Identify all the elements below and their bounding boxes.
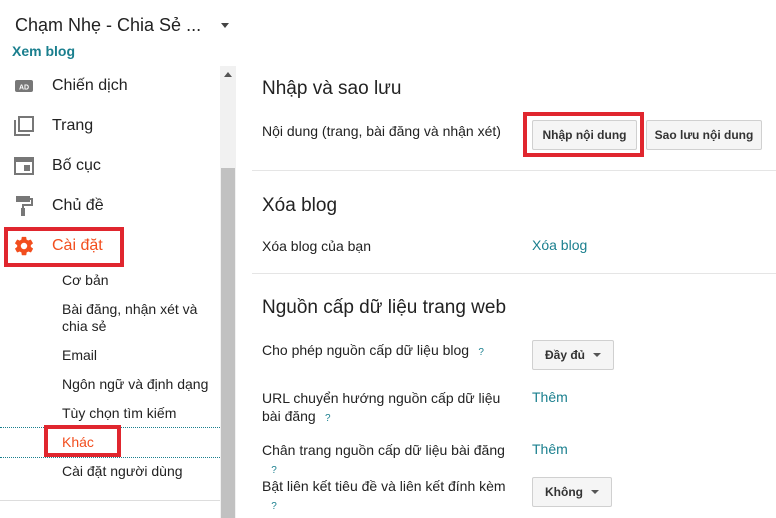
scroll-up-icon[interactable] bbox=[224, 72, 232, 77]
sidebar-item-theme[interactable]: Chủ đề bbox=[0, 186, 220, 226]
divider bbox=[252, 170, 776, 171]
pages-icon bbox=[13, 115, 35, 137]
backup-content-button[interactable]: Sao lưu nội dung bbox=[646, 120, 762, 150]
settings-sub-user[interactable]: Cài đặt người dùng bbox=[62, 463, 212, 480]
sidebar-item-pages[interactable]: Trang bbox=[0, 106, 220, 146]
divider bbox=[0, 500, 220, 501]
settings-sub-search[interactable]: Tùy chọn tìm kiếm bbox=[62, 405, 212, 422]
sidebar-item-layout[interactable]: Bố cục bbox=[0, 146, 220, 186]
ads-icon: AD bbox=[13, 75, 35, 97]
section-title-delete: Xóa blog bbox=[262, 195, 338, 216]
paint-roller-icon bbox=[13, 195, 35, 217]
sidebar-scrollbar[interactable] bbox=[220, 66, 236, 518]
settings-sub-basic[interactable]: Cơ bản bbox=[62, 272, 212, 289]
settings-sub-posts-comments[interactable]: Bài đăng, nhận xét và chia sẻ bbox=[62, 301, 212, 335]
dropdown-value: Không bbox=[545, 485, 583, 499]
feed-row-text: Cho phép nguồn cấp dữ liệu blog bbox=[262, 342, 470, 358]
scrollbar-thumb[interactable] bbox=[221, 168, 235, 518]
settings-sub-language[interactable]: Ngôn ngữ và định dạng bbox=[62, 376, 212, 393]
chevron-down-icon bbox=[593, 353, 601, 357]
content-row-label: Nội dung (trang, bài đăng và nhận xét) bbox=[262, 123, 501, 139]
feed-footer-add-link[interactable]: Thêm bbox=[532, 441, 568, 457]
dropdown-value: Đầy đủ bbox=[544, 348, 585, 362]
feed-row-text: Bật liên kết tiêu đề và liên kết đính kè… bbox=[262, 478, 506, 494]
svg-text:AD: AD bbox=[19, 85, 29, 92]
feed-row-label: Bật liên kết tiêu đề và liên kết đính kè… bbox=[262, 477, 517, 513]
sidebar-item-label: Bố cục bbox=[52, 157, 101, 174]
view-blog-link[interactable]: Xem blog bbox=[12, 43, 75, 59]
chevron-down-icon bbox=[221, 22, 230, 28]
divider bbox=[252, 273, 776, 274]
help-icon[interactable]: ? bbox=[322, 413, 334, 425]
delete-blog-link[interactable]: Xóa blog bbox=[532, 237, 587, 253]
settings-sub-email[interactable]: Email bbox=[62, 347, 212, 364]
feed-row-label: Cho phép nguồn cấp dữ liệu blog? bbox=[262, 341, 517, 359]
delete-row-label: Xóa blog của bạn bbox=[262, 238, 371, 254]
title-links-dropdown[interactable]: Không bbox=[532, 477, 612, 507]
section-title-import: Nhập và sao lưu bbox=[262, 78, 402, 99]
feed-row-label: Chân trang nguồn cấp dữ liệu bài đăng? bbox=[262, 441, 517, 477]
settings-main: Nhập và sao lưu Nội dung (trang, bài đăn… bbox=[237, 66, 776, 518]
sidebar-item-label: Chủ đề bbox=[52, 197, 104, 214]
highlight-other bbox=[44, 425, 121, 457]
feed-redirect-add-link[interactable]: Thêm bbox=[532, 389, 568, 405]
help-icon[interactable]: ? bbox=[268, 501, 280, 513]
help-icon[interactable]: ? bbox=[268, 465, 280, 477]
divider bbox=[0, 457, 220, 458]
sidebar-item-campaigns[interactable]: AD Chiến dịch bbox=[0, 66, 220, 106]
layout-icon bbox=[13, 155, 35, 177]
section-title-feed: Nguồn cấp dữ liệu trang web bbox=[262, 297, 507, 318]
feed-row-text: Chân trang nguồn cấp dữ liệu bài đăng bbox=[262, 442, 505, 458]
sidebar-item-label: Chiến dịch bbox=[52, 77, 128, 94]
help-icon[interactable]: ? bbox=[475, 347, 487, 359]
chevron-down-icon bbox=[591, 490, 599, 494]
import-content-button[interactable]: Nhập nội dung bbox=[532, 120, 637, 150]
allow-feed-dropdown[interactable]: Đầy đủ bbox=[532, 340, 614, 370]
blog-title: Chạm Nhẹ - Chia Sẻ ... bbox=[15, 14, 202, 35]
feed-row-text: URL chuyển hướng nguồn cấp dữ liệu bài đ… bbox=[262, 390, 501, 424]
feed-row-label: URL chuyển hướng nguồn cấp dữ liệu bài đ… bbox=[262, 389, 517, 425]
blog-selector[interactable]: Chạm Nhẹ - Chia Sẻ ... bbox=[15, 12, 230, 38]
sidebar-item-label: Trang bbox=[52, 117, 94, 134]
highlight-settings bbox=[4, 227, 124, 267]
